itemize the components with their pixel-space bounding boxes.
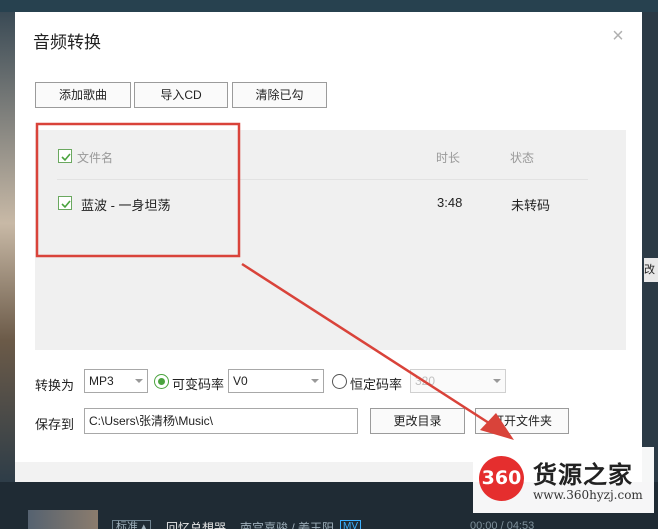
check-icon <box>61 153 71 162</box>
dialog-title: 音频转换 <box>33 33 101 52</box>
album-thumbnail[interactable] <box>28 510 98 529</box>
file-status: 未转码 <box>511 198 551 213</box>
player-right-panel: 改 <box>642 12 658 482</box>
watermark-url: www.360hyzj.com <box>533 488 643 502</box>
clear-checked-button[interactable]: 清除已勾 <box>232 82 327 108</box>
column-header-duration[interactable]: 时长 <box>436 149 460 166</box>
add-song-button[interactable]: 添加歌曲 <box>35 82 131 108</box>
watermark-logo: 360 <box>479 456 524 501</box>
cbr-label[interactable]: 恒定码率 <box>350 374 402 393</box>
import-cd-button[interactable]: 导入CD <box>134 82 228 108</box>
chevron-down-icon <box>311 379 319 383</box>
audio-convert-dialog: 音频转换 × 添加歌曲 导入CD 清除已勾 文件名 时长 状态 蓝波 - 一身坦… <box>15 12 642 482</box>
column-header-status[interactable]: 状态 <box>510 149 534 166</box>
cbr-value: 320 <box>415 374 436 388</box>
change-dir-button[interactable]: 更改目录 <box>370 408 465 434</box>
now-playing-title[interactable]: 回忆总想哭 <box>166 519 226 529</box>
format-select[interactable]: MP3 <box>84 369 148 393</box>
chevron-down-icon <box>135 379 143 383</box>
chevron-down-icon <box>493 379 501 383</box>
save-path-field[interactable]: C:\Users\张清杨\Music\ <box>84 408 358 434</box>
player-top-bar <box>0 0 658 12</box>
cbr-select: 320 <box>410 369 506 393</box>
vbr-value: V0 <box>233 374 248 388</box>
row-checkbox[interactable] <box>58 196 72 210</box>
file-duration: 3:48 <box>437 195 463 210</box>
check-icon <box>61 200 71 209</box>
watermark-name: 货源之家 <box>533 462 633 489</box>
column-header-name[interactable]: 文件名 <box>77 149 113 166</box>
player-artwork-left <box>0 12 15 482</box>
watermark: 360 货源之家 www.360hyzj.com <box>473 447 654 513</box>
format-value: MP3 <box>89 374 114 388</box>
quality-badge[interactable]: 标准 ▴ <box>112 520 151 529</box>
vbr-select[interactable]: V0 <box>228 369 324 393</box>
cbr-radio[interactable] <box>332 374 347 389</box>
player-button-fragment[interactable]: 改 <box>644 258 658 282</box>
open-folder-button[interactable]: 打开文件夹 <box>475 408 569 434</box>
file-name: 蓝波 - 一身坦荡 <box>81 198 171 213</box>
save-to-label: 保存到 <box>35 417 75 432</box>
now-playing-artist[interactable]: 南宫嘉骏 / 姜玉阳 <box>240 519 334 529</box>
file-list: 文件名 时长 状态 蓝波 - 一身坦荡 3:48 未转码 <box>35 130 626 350</box>
vbr-radio[interactable] <box>154 374 169 389</box>
playback-time: 00:00 / 04:53 <box>470 520 535 529</box>
select-all-checkbox[interactable] <box>58 149 72 163</box>
mv-badge[interactable]: MV <box>340 520 361 529</box>
list-divider <box>57 179 588 180</box>
convert-to-label: 转换为 <box>35 378 75 393</box>
close-icon[interactable]: × <box>608 26 628 46</box>
vbr-label[interactable]: 可变码率 <box>172 374 224 393</box>
